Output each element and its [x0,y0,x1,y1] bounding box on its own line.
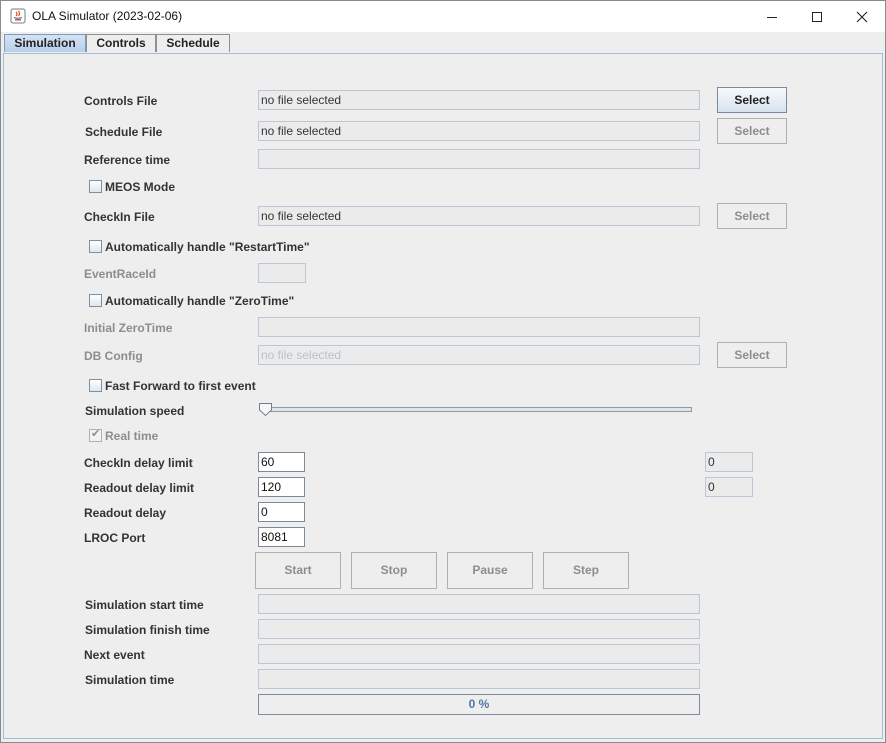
next-event-field [258,644,700,664]
checkin-delay-status: 0 [705,452,753,472]
window-title: OLA Simulator (2023-02-06) [32,9,183,23]
maximize-button[interactable] [794,1,840,32]
stop-button[interactable]: Stop [351,552,437,589]
controls-file-field[interactable]: no file selected [258,90,700,110]
tab-schedule[interactable]: Schedule [156,34,230,52]
event-race-id-field[interactable] [258,263,306,283]
close-button[interactable] [839,1,885,32]
readout-delay-limit-input[interactable]: 120 [258,477,305,497]
lroc-port-input[interactable]: 8081 [258,527,305,547]
auto-zero-checkbox[interactable] [89,294,102,307]
simulation-time-field [258,669,700,689]
controls-file-label: Controls File [84,94,158,108]
progress-bar: 0 % [258,694,700,715]
checkin-delay-label: CheckIn delay limit [84,456,193,470]
title-bar: OLA Simulator (2023-02-06) [1,1,885,32]
minimize-icon [767,16,777,18]
auto-restart-label: Automatically handle "RestartTime" [105,240,310,254]
simulation-speed-label: Simulation speed [85,404,185,418]
pause-button[interactable]: Pause [447,552,533,589]
db-config-select-button[interactable]: Select [717,342,787,368]
lroc-port-label: LROC Port [84,531,146,545]
meos-mode-checkbox[interactable] [89,180,102,193]
real-time-label: Real time [105,429,159,443]
tab-simulation[interactable]: Simulation [4,34,86,52]
auto-zero-label: Automatically handle "ZeroTime" [105,294,295,308]
reference-time-label: Reference time [84,153,171,167]
readout-delay-label: Readout delay [84,506,167,520]
simulation-speed-slider[interactable] [263,407,692,412]
controls-file-select-button[interactable]: Select [717,87,787,113]
next-event-label: Next event [84,648,145,662]
minimize-button[interactable] [749,1,795,32]
schedule-file-select-button[interactable]: Select [717,118,787,144]
start-button[interactable]: Start [255,552,341,589]
readout-delay-limit-label: Readout delay limit [84,481,195,495]
start-time-label: Simulation start time [85,598,204,612]
finish-time-field [258,619,700,639]
db-config-label: DB Config [84,349,143,363]
step-button[interactable]: Step [543,552,629,589]
close-icon [856,11,868,22]
db-config-field[interactable]: no file selected [258,345,700,365]
checkin-file-select-button[interactable]: Select [717,203,787,229]
initial-zero-time-label: Initial ZeroTime [84,321,173,335]
java-icon [10,8,26,24]
real-time-checkbox[interactable]: ✔ [89,428,102,442]
tab-controls[interactable]: Controls [86,34,156,52]
finish-time-label: Simulation finish time [85,623,210,637]
readout-delay-limit-status: 0 [705,477,753,497]
checkin-file-field[interactable]: no file selected [258,206,700,226]
initial-zero-time-field[interactable] [258,317,700,337]
simulation-time-label: Simulation time [85,673,175,687]
schedule-file-field[interactable]: no file selected [258,121,700,141]
auto-restart-checkbox[interactable] [89,240,102,253]
checkin-file-label: CheckIn File [84,210,155,224]
slider-thumb[interactable] [258,402,273,417]
maximize-icon [812,11,822,22]
start-time-field [258,594,700,614]
fast-forward-label: Fast Forward to first event [105,379,256,393]
app-window: OLA Simulator (2023-02-06) Simulation Co… [0,0,886,743]
checkmark-icon: ✔ [91,428,101,440]
event-race-id-label: EventRaceId [84,267,157,281]
reference-time-field[interactable] [258,149,700,169]
checkin-delay-input[interactable]: 60 [258,452,305,472]
readout-delay-input[interactable]: 0 [258,502,305,522]
fast-forward-checkbox[interactable] [89,379,102,392]
meos-mode-label: MEOS Mode [105,180,176,194]
schedule-file-label: Schedule File [85,125,163,139]
